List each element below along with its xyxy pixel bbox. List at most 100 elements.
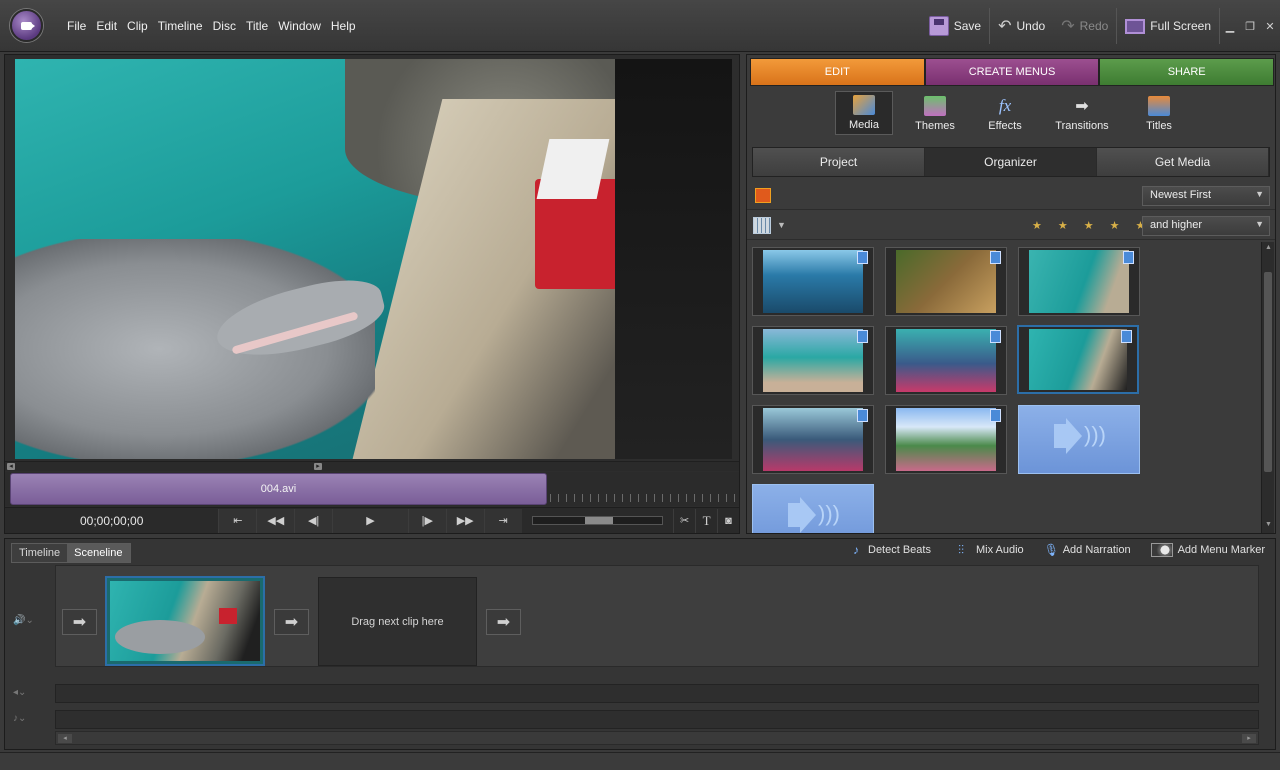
zoom-scrollbar[interactable]: ◂ ▸: [5, 461, 739, 471]
rating-dropdown[interactable]: and higher ▼: [1142, 216, 1270, 236]
undo-button[interactable]: ↶ Undo: [990, 0, 1053, 52]
close-icon[interactable]: ✕: [1260, 20, 1280, 33]
fullscreen-button[interactable]: Full Screen: [1117, 0, 1219, 52]
media-thumbnail[interactable]: [885, 247, 1007, 316]
scroll-down-icon[interactable]: ▼: [1264, 521, 1273, 531]
media-button[interactable]: Media: [835, 91, 893, 135]
drop-zone[interactable]: Drag next clip here: [318, 577, 477, 666]
disc-marker-icon: [1150, 543, 1173, 557]
titles-button[interactable]: Titles: [1131, 91, 1187, 135]
task-buttons: Media Themes fx Effects ➡ Transitions Ti…: [747, 91, 1275, 139]
folder-icon[interactable]: [755, 188, 771, 203]
audio-thumbnail[interactable]: ))): [752, 484, 874, 533]
split-clip-scissors-icon[interactable]: ✂: [673, 508, 695, 533]
add-text-icon[interactable]: T: [695, 508, 717, 533]
menu-file[interactable]: File: [62, 19, 91, 33]
themes-button[interactable]: Themes: [907, 91, 963, 135]
media-thumbnail[interactable]: [752, 247, 874, 316]
minimize-icon[interactable]: ▁: [1220, 20, 1240, 33]
fast-forward-icon[interactable]: ▶▶: [445, 508, 484, 533]
media-thumbnail[interactable]: [885, 405, 1007, 474]
play-icon[interactable]: ▶: [332, 508, 408, 533]
video-preview[interactable]: [15, 59, 732, 459]
sort-dropdown[interactable]: Newest First ▼: [1142, 186, 1270, 206]
speaker-icon: [788, 503, 804, 527]
media-thumbnail[interactable]: [752, 405, 874, 474]
menu-title[interactable]: Title: [241, 19, 273, 33]
tab-sceneline[interactable]: Sceneline: [67, 544, 130, 562]
save-button[interactable]: Save: [921, 0, 989, 52]
menu-clip[interactable]: Clip: [122, 19, 153, 33]
restore-icon[interactable]: ❐: [1240, 20, 1260, 33]
timeline-view-tabs: Timeline Sceneline: [11, 543, 131, 563]
tab-create-menus[interactable]: CREATE MENUS: [924, 58, 1100, 86]
film-badge-icon: [857, 409, 868, 422]
media-thumbnail[interactable]: [885, 326, 1007, 395]
zoom-handle-right[interactable]: ▸: [314, 463, 322, 470]
tab-edit[interactable]: EDIT: [750, 58, 925, 86]
chevron-down-icon: ▼: [1255, 219, 1264, 229]
transition-slot-arrow-icon[interactable]: ➡: [274, 609, 309, 635]
film-badge-icon: [857, 330, 868, 343]
timeline-scrollbar[interactable]: ◂ ▸: [55, 731, 1259, 745]
effects-label: Effects: [988, 120, 1022, 132]
undo-icon: ↶: [998, 18, 1012, 35]
media-scrollbar[interactable]: ▲ ▼: [1261, 242, 1274, 533]
transition-slot-arrow-icon[interactable]: ➡: [486, 609, 521, 635]
scroll-left-icon[interactable]: ◂: [58, 734, 72, 743]
effects-button[interactable]: fx Effects: [977, 91, 1033, 135]
tab-share[interactable]: SHARE: [1099, 58, 1275, 86]
narration-track[interactable]: [55, 684, 1259, 703]
menu-help[interactable]: Help: [326, 19, 361, 33]
titles-label: Titles: [1146, 120, 1172, 132]
media-thumbnail[interactable]: [1018, 247, 1140, 316]
shuttle-slider[interactable]: [531, 516, 664, 525]
scroll-up-icon[interactable]: ▲: [1264, 244, 1273, 254]
themes-label: Themes: [915, 120, 955, 132]
media-thumbnail-selected[interactable]: [1017, 325, 1139, 394]
sort-value: Newest First: [1150, 189, 1212, 201]
menu-window[interactable]: Window: [273, 19, 326, 33]
menu-edit[interactable]: Edit: [91, 19, 122, 33]
premiere-elements-logo-icon[interactable]: [10, 9, 43, 42]
transition-slot-arrow-icon[interactable]: ➡: [62, 609, 97, 635]
tab-project[interactable]: Project: [753, 148, 925, 176]
scroll-right-icon[interactable]: ▸: [1242, 734, 1256, 743]
redo-button[interactable]: ↷ Redo: [1053, 0, 1116, 52]
soundtrack-track[interactable]: [55, 710, 1259, 729]
tab-organizer[interactable]: Organizer: [925, 148, 1097, 176]
menu-disc[interactable]: Disc: [208, 19, 241, 33]
sceneline-track: ➡ ➡ Drag next clip here ➡: [55, 565, 1259, 667]
media-icon: [853, 95, 875, 115]
step-forward-icon[interactable]: |▶: [407, 508, 446, 533]
tab-timeline[interactable]: Timeline: [12, 544, 68, 562]
video-track-audio-icon[interactable]: 🔊⌄: [13, 615, 34, 626]
rewind-icon[interactable]: ◀◀: [256, 508, 295, 533]
narration-track-icon[interactable]: ◂⌄: [13, 687, 26, 698]
step-back-icon[interactable]: ◀|: [294, 508, 333, 533]
freeze-frame-camera-icon[interactable]: ◙: [717, 508, 739, 533]
audio-thumbnail[interactable]: ))): [1018, 405, 1140, 474]
chevron-down-icon[interactable]: ▼: [777, 220, 786, 230]
go-to-previous-edit-icon[interactable]: ⇤: [218, 508, 257, 533]
calendar-view-icon[interactable]: [753, 217, 771, 234]
add-menu-marker-button[interactable]: Add Menu Marker: [1150, 543, 1265, 557]
mix-audio-label: Mix Audio: [975, 544, 1024, 556]
timecode-display[interactable]: 00;00;00;00: [5, 514, 218, 528]
tab-get-media[interactable]: Get Media: [1097, 148, 1269, 176]
scene-clip-thumbnail[interactable]: [105, 576, 265, 666]
detect-beats-button[interactable]: ♪ Detect Beats: [849, 543, 931, 557]
film-badge-icon: [990, 409, 1001, 422]
menu-timeline[interactable]: Timeline: [153, 19, 208, 33]
mix-audio-button[interactable]: ⫶⫶ Mix Audio: [951, 543, 1024, 557]
media-thumbnail[interactable]: [752, 326, 874, 395]
transitions-button[interactable]: ➡ Transitions: [1047, 91, 1117, 135]
media-label: Media: [849, 119, 879, 131]
add-narration-button[interactable]: 🎙 Add Narration: [1044, 543, 1131, 557]
scroll-thumb[interactable]: [1264, 272, 1272, 472]
go-to-next-edit-icon[interactable]: ⇥: [483, 508, 522, 533]
zoom-handle-left[interactable]: ◂: [7, 463, 15, 470]
soundtrack-note-icon[interactable]: ♪⌄: [13, 713, 26, 724]
timeline-tools: ♪ Detect Beats ⫶⫶ Mix Audio 🎙 Add Narrat…: [849, 543, 1265, 557]
monitor-clip[interactable]: 004.avi: [10, 473, 547, 505]
